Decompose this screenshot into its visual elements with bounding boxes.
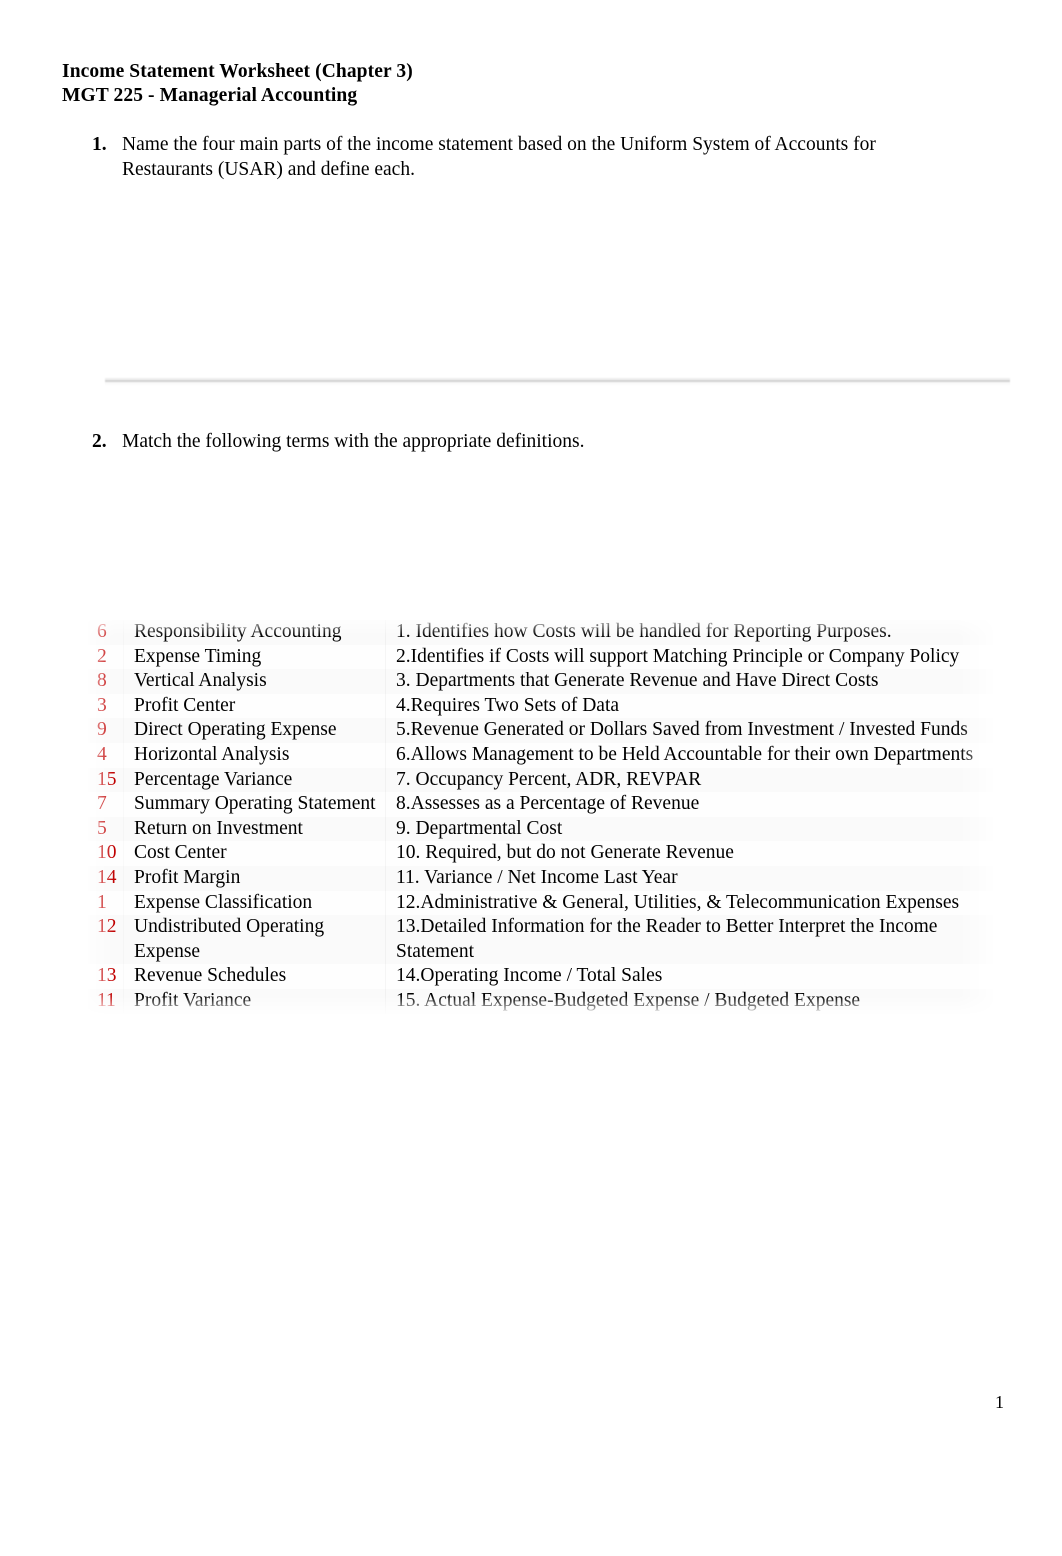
term-cell: Vertical Analysis [124, 669, 386, 694]
term-cell: Return on Investment [124, 816, 386, 842]
question-2-text: Match the following terms with the appro… [122, 431, 585, 452]
table-row: 2 Expense Timing 2.Identifies if Costs wil… [88, 644, 993, 670]
question-1-text: Name the four main parts of the income s… [122, 134, 876, 180]
term-cell: Expense Timing [124, 644, 386, 670]
answer-cell[interactable]: 2 [88, 644, 124, 670]
matching-table-body: 6 Responsibility Accounting 1. Identifies … [88, 620, 993, 1014]
table-row: 13 Revenue Schedules 14.Operating Income /… [88, 964, 993, 989]
table-row: 4 Horizontal Analysis 6.Allows Management … [88, 742, 993, 768]
definition-cell: 9. Departmental Cost [386, 816, 993, 842]
term-cell: Expense Classification [124, 890, 386, 916]
table-row: 5 Return on Investment 9. Departmental Cos… [88, 816, 993, 842]
table-row: 15 Percentage Variance 7. Occupancy Percen… [88, 767, 993, 793]
table-row: 12 Undistributed Operating Expense 13.Deta… [88, 915, 993, 965]
table-row: 8 Vertical Analysis 3. Departments that Ge… [88, 669, 993, 694]
question-1-number: 1. [92, 134, 107, 155]
definition-cell: 2.Identifies if Costs will support Match… [386, 644, 993, 670]
answer-cell[interactable]: 15 [88, 767, 124, 793]
definition-cell: 15. Actual Expense-Budgeted Expense / Bu… [386, 988, 993, 1014]
matching-table: 6 Responsibility Accounting 1. Identifies … [88, 620, 993, 1014]
definition-cell: 5.Revenue Generated or Dollars Saved fro… [386, 718, 993, 743]
answer-cell[interactable]: 12 [88, 915, 124, 965]
table-row: 11 Profit Variance 15. Actual Expense-Budg… [88, 988, 993, 1014]
term-cell: Profit Margin [124, 865, 386, 891]
definition-cell: 3. Departments that Generate Revenue and… [386, 669, 993, 694]
definition-cell: 14.Operating Income / Total Sales [386, 964, 993, 989]
question-1: 1. Name the four main parts of the incom… [92, 133, 942, 182]
table-row: 7 Summary Operating Statement 8.Assesses a… [88, 792, 993, 817]
question-2-number: 2. [92, 431, 107, 452]
answer-cell[interactable]: 5 [88, 816, 124, 842]
page-number: 1 [995, 1392, 1004, 1412]
answer-cell[interactable]: 6 [88, 620, 124, 645]
term-cell: Revenue Schedules [124, 964, 386, 989]
term-cell: Cost Center [124, 841, 386, 866]
answer-cell[interactable]: 13 [88, 964, 124, 989]
term-cell: Undistributed Operating Expense [124, 915, 386, 965]
definition-cell: 11. Variance / Net Income Last Year [386, 865, 993, 891]
definition-cell: 1. Identifies how Costs will be handled … [386, 620, 993, 645]
definition-cell: 6.Allows Management to be Held Accountab… [386, 742, 993, 768]
question-1-answer-area[interactable] [105, 196, 1010, 386]
question-2: 2. Match the following terms with the ap… [92, 430, 792, 455]
answer-cell[interactable]: 10 [88, 841, 124, 866]
definition-cell: 7. Occupancy Percent, ADR, REVPAR [386, 767, 993, 793]
term-cell: Profit Variance [124, 988, 386, 1014]
course-title: MGT 225 - Managerial Accounting [62, 85, 358, 106]
table-row: 3 Profit Center 4.Requires Two Sets of Dat… [88, 693, 993, 719]
answer-cell[interactable]: 3 [88, 693, 124, 719]
definition-cell: 13.Detailed Information for the Reader t… [386, 915, 993, 965]
term-cell: Summary Operating Statement [124, 792, 386, 817]
term-cell: Direct Operating Expense [124, 718, 386, 743]
table-row: 6 Responsibility Accounting 1. Identifies … [88, 620, 993, 645]
answer-cell[interactable]: 9 [88, 718, 124, 743]
table-row: 10 Cost Center 10. Required, but do not Ge… [88, 841, 993, 866]
answer-cell[interactable]: 1 [88, 890, 124, 916]
document-header: Income Statement Worksheet (Chapter 3) M… [62, 60, 413, 108]
table-row: 1 Expense Classification 12.Administrative… [88, 890, 993, 916]
definition-cell: 8.Assesses as a Percentage of Revenue [386, 792, 993, 817]
answer-cell[interactable]: 14 [88, 865, 124, 891]
term-cell: Profit Center [124, 693, 386, 719]
term-cell: Responsibility Accounting [124, 620, 386, 645]
answer-cell[interactable]: 4 [88, 742, 124, 768]
document-page: Income Statement Worksheet (Chapter 3) M… [0, 0, 1062, 1556]
definition-cell: 10. Required, but do not Generate Revenu… [386, 841, 993, 866]
term-cell: Horizontal Analysis [124, 742, 386, 768]
worksheet-title: Income Statement Worksheet (Chapter 3) [62, 61, 413, 82]
matching-table-container: 6 Responsibility Accounting 1. Identifies … [88, 620, 993, 1014]
table-row: 9 Direct Operating Expense 5.Revenue Gener… [88, 718, 993, 743]
answer-cell[interactable]: 11 [88, 988, 124, 1014]
definition-cell: 4.Requires Two Sets of Data [386, 693, 993, 719]
definition-cell: 12.Administrative & General, Utilities, … [386, 890, 993, 916]
term-cell: Percentage Variance [124, 767, 386, 793]
answer-cell[interactable]: 7 [88, 792, 124, 817]
answer-cell[interactable]: 8 [88, 669, 124, 694]
table-row: 14 Profit Margin 11. Variance / Net Income… [88, 865, 993, 891]
